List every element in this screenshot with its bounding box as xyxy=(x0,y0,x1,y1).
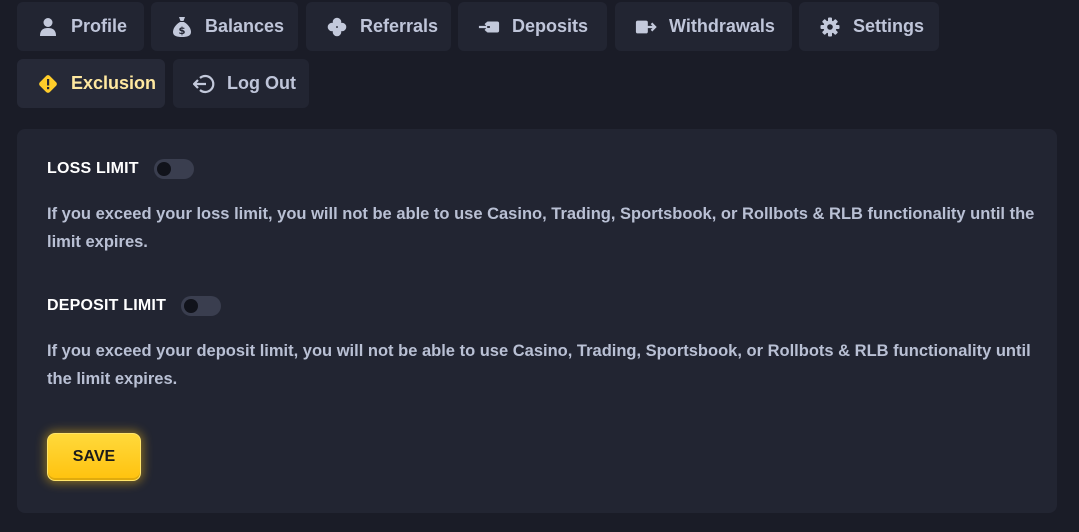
money-bag-icon: $ xyxy=(171,16,193,38)
svg-text:$: $ xyxy=(179,26,186,37)
deposit-limit-description: If you exceed your deposit limit, you wi… xyxy=(47,342,1031,388)
warning-diamond-icon xyxy=(37,73,59,95)
tab-label: Balances xyxy=(205,16,285,36)
loss-limit-description: If you exceed your loss limit, you will … xyxy=(47,205,1035,251)
deposit-limit-toggle[interactable] xyxy=(181,296,222,316)
tab-label: Deposits xyxy=(512,16,589,36)
tab-logout[interactable]: Log Out xyxy=(173,59,309,108)
deposit-icon xyxy=(478,16,500,38)
exclusion-panel: LOSS LIMIT If you exceed your loss limit… xyxy=(17,129,1057,513)
tab-exclusion[interactable]: Exclusion xyxy=(17,59,165,108)
tab-label: Settings xyxy=(853,16,925,36)
tab-deposits[interactable]: Deposits xyxy=(458,2,607,51)
loss-limit-toggle[interactable] xyxy=(153,159,194,179)
deposit-limit-title: DEPOSIT LIMIT xyxy=(47,297,167,314)
tab-label: Exclusion xyxy=(71,73,157,93)
tab-label: Log Out xyxy=(227,73,296,93)
gear-icon xyxy=(819,16,841,38)
deposit-limit-header: DEPOSIT LIMIT xyxy=(47,296,222,316)
clover-icon xyxy=(326,16,348,38)
tab-label: Referrals xyxy=(360,16,439,36)
toggle-knob xyxy=(156,162,171,176)
loss-limit-title: LOSS LIMIT xyxy=(47,160,139,177)
save-button[interactable]: SAVE xyxy=(47,433,141,481)
tab-withdrawals[interactable]: Withdrawals xyxy=(615,2,792,51)
tab-profile[interactable]: Profile xyxy=(17,2,144,51)
user-icon xyxy=(37,16,59,38)
loss-limit-header: LOSS LIMIT xyxy=(47,159,194,179)
tab-label: Profile xyxy=(71,16,128,36)
tab-settings[interactable]: Settings xyxy=(799,2,939,51)
tab-referrals[interactable]: Referrals xyxy=(306,2,451,51)
toggle-knob xyxy=(184,299,199,313)
tab-balances[interactable]: $ Balances xyxy=(151,2,298,51)
tab-label: Withdrawals xyxy=(669,16,775,36)
logout-icon xyxy=(193,73,215,95)
withdraw-icon xyxy=(635,16,657,38)
